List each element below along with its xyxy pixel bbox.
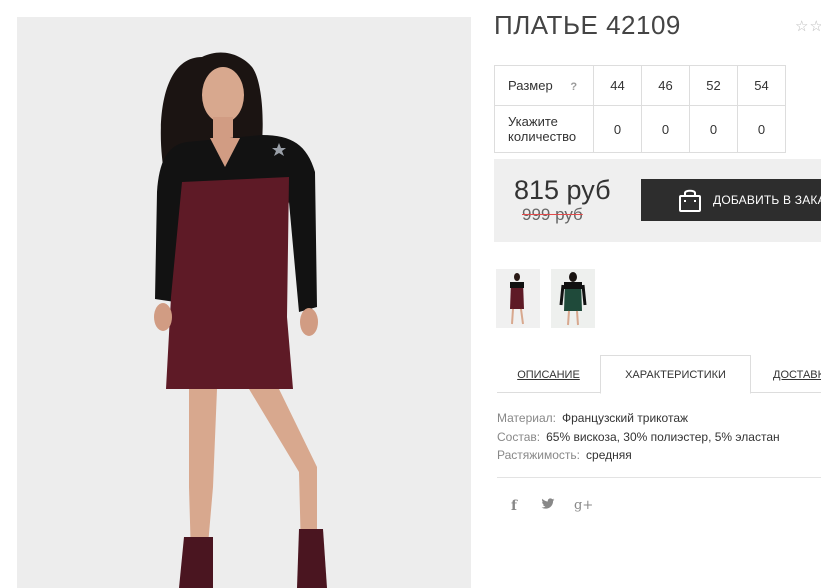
characteristics-list: Материал: Французский трикотаж Состав: 65%… <box>497 409 780 465</box>
tab-characteristics[interactable]: ХАРАКТЕРИСТИКИ <box>600 355 751 394</box>
spec-value: средняя <box>586 448 632 462</box>
quantity-44[interactable]: 0 <box>593 105 642 153</box>
quantity-row: Укажите количество 0 0 0 0 <box>494 105 786 153</box>
product-tabs: ОПИСАНИЕ ХАРАКТЕРИСТИКИ ДОСТАВКА <box>497 355 821 394</box>
product-main-image[interactable] <box>17 17 471 588</box>
quantity-46[interactable]: 0 <box>641 105 690 153</box>
size-46[interactable]: 46 <box>641 65 690 106</box>
size-label: Размер <box>508 78 553 93</box>
size-52[interactable]: 52 <box>689 65 738 106</box>
spec-value: Французский трикотаж <box>561 411 689 425</box>
add-to-order-button[interactable]: ДОБАВИТЬ В ЗАКАЗ <box>641 179 821 221</box>
rating-stars-icon[interactable]: ☆☆ <box>795 17 821 35</box>
spec-key: Материал: <box>497 411 556 425</box>
size-54[interactable]: 54 <box>737 65 786 106</box>
tab-delivery[interactable]: ДОСТАВКА <box>773 355 821 393</box>
spec-key: Растяжимость: <box>497 448 581 462</box>
size-44[interactable]: 44 <box>593 65 642 106</box>
facebook-icon[interactable]: f <box>511 498 517 514</box>
old-price: 999 руб <box>522 205 583 224</box>
quantity-label: Укажите количество <box>494 105 594 153</box>
twitter-icon[interactable] <box>541 498 555 514</box>
product-title: ПЛАТЬЕ 42109 <box>494 10 681 40</box>
shopping-bag-icon <box>678 188 702 216</box>
current-price: 815 руб <box>514 175 611 205</box>
size-row: Размер ? 44 46 52 54 <box>494 65 786 106</box>
spec-value: 65% вискоза, 30% полиэстер, 5% эластан <box>546 429 780 444</box>
thumbnail-burgundy[interactable] <box>496 269 540 328</box>
spec-key: Состав: <box>497 429 541 444</box>
help-icon[interactable]: ? <box>570 81 577 93</box>
thumbnail-green[interactable] <box>551 269 595 328</box>
add-to-order-label: ДОБАВИТЬ В ЗАКАЗ <box>713 193 821 207</box>
spec-row-stretch: Растяжимость: средняя <box>497 446 780 465</box>
google-plus-icon[interactable]: g+ <box>574 498 593 513</box>
tab-description[interactable]: ОПИСАНИЕ <box>497 355 600 393</box>
size-label-cell: Размер ? <box>494 65 594 106</box>
spec-row-composition: Состав: 65% вискоза, 30% полиэстер, 5% эл… <box>497 428 780 447</box>
size-quantity-table: Размер ? 44 46 52 54 Укажите количество … <box>494 65 786 153</box>
quantity-52[interactable]: 0 <box>689 105 738 153</box>
divider <box>497 477 821 478</box>
spec-row-material: Материал: Французский трикотаж <box>497 409 780 428</box>
price-panel: 815 руб 999 руб ДОБАВИТЬ В ЗАКАЗ <box>494 159 821 242</box>
quantity-54[interactable]: 0 <box>737 105 786 153</box>
